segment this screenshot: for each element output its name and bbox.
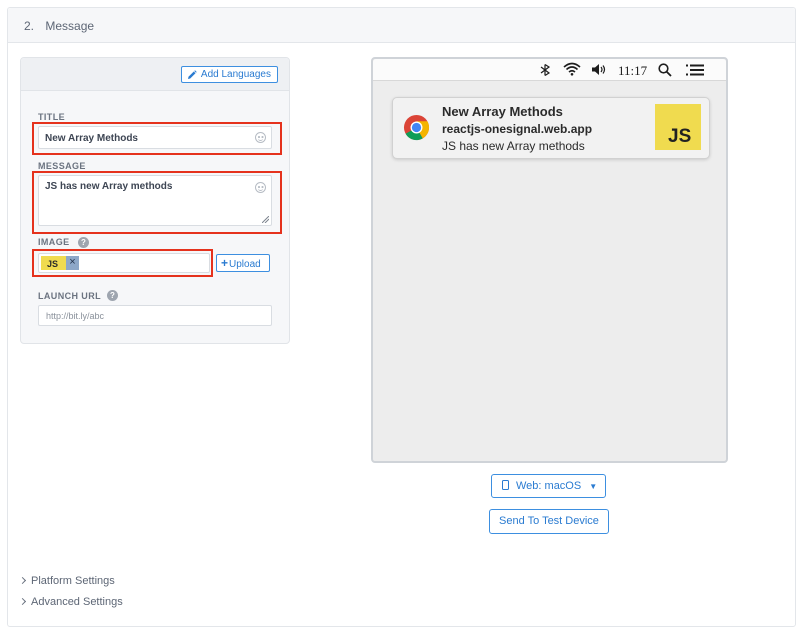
- send-to-test-device-button[interactable]: Send To Test Device: [489, 509, 609, 534]
- notification-card: New Array Methods reactjs-onesignal.web.…: [392, 97, 710, 159]
- message-highlight: [32, 171, 282, 234]
- message-label: MESSAGE: [38, 161, 86, 171]
- section-header: 2. Message: [8, 8, 795, 43]
- notification-domain: reactjs-onesignal.web.app: [442, 122, 593, 136]
- search-icon: [658, 63, 672, 77]
- wifi-icon: [563, 62, 581, 76]
- bluetooth-icon: [540, 64, 551, 76]
- list-icon: [686, 64, 704, 76]
- macos-menubar: 11:17: [373, 59, 726, 81]
- help-icon[interactable]: ?: [107, 290, 118, 301]
- upload-label: Upload: [229, 259, 261, 270]
- notification-preview: 11:17 New Array Methods reactjs-onesigna…: [371, 57, 728, 463]
- chevron-right-icon: [18, 597, 27, 606]
- platform-settings-label: Platform Settings: [31, 575, 115, 587]
- advanced-settings-toggle[interactable]: Advanced Settings: [18, 596, 123, 608]
- help-icon[interactable]: ?: [78, 237, 89, 248]
- image-highlight: [32, 249, 213, 277]
- notification-body: JS has new Array methods: [442, 139, 585, 153]
- advanced-settings-label: Advanced Settings: [31, 596, 123, 608]
- volume-icon: [592, 64, 606, 75]
- form-panel-toolbar: Add Languages: [21, 58, 289, 91]
- pencil-icon: [187, 69, 197, 79]
- section-number: 2.: [24, 19, 35, 33]
- launch-url-label: LAUNCH URL: [38, 291, 101, 301]
- platform-label: Web: macOS: [516, 480, 582, 492]
- section-title: Message: [45, 19, 95, 33]
- upload-button[interactable]: +Upload: [216, 254, 270, 272]
- platform-select[interactable]: Web: macOS ▼: [491, 474, 606, 498]
- title-label: TITLE: [38, 112, 65, 122]
- title-highlight: [32, 122, 282, 155]
- add-languages-label: Add Languages: [200, 69, 271, 80]
- phone-icon: [502, 480, 509, 490]
- clock: 11:17: [618, 63, 648, 78]
- launch-url-input[interactable]: http://bit.ly/abc: [38, 305, 272, 326]
- platform-settings-toggle[interactable]: Platform Settings: [18, 575, 115, 587]
- add-languages-button[interactable]: Add Languages: [180, 66, 278, 83]
- caret-down-icon: ▼: [589, 482, 598, 491]
- image-label: IMAGE: [38, 237, 70, 247]
- notification-image: JS: [655, 104, 701, 150]
- plus-icon: +: [221, 256, 229, 270]
- chevron-right-icon: [18, 576, 27, 585]
- chrome-icon: [403, 114, 430, 141]
- notification-title: New Array Methods: [442, 104, 563, 119]
